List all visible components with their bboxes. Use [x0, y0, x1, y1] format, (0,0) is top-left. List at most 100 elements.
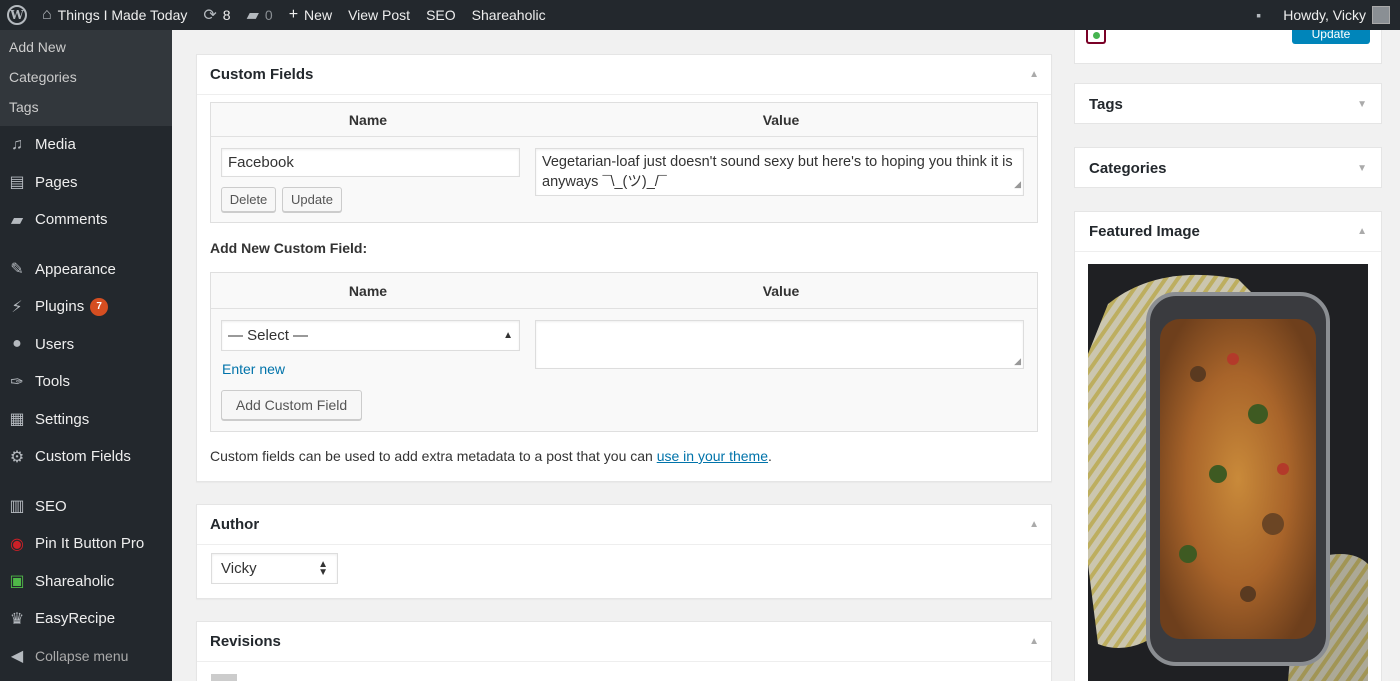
- update-button[interactable]: Update: [1292, 30, 1370, 44]
- tags-box: Tags ▼: [1074, 83, 1382, 124]
- delete-button[interactable]: Delete: [221, 187, 276, 212]
- shareaholic-link[interactable]: Shareaholic: [464, 0, 554, 30]
- sidebar-item-label: Plugins: [35, 298, 85, 316]
- sidebar-item-pages[interactable]: ▤ Pages: [0, 164, 172, 202]
- expand-arrow-icon[interactable]: ▼: [1357, 99, 1367, 110]
- author-selected-value: Vicky: [221, 560, 257, 577]
- checkbox-icon[interactable]: [1086, 30, 1106, 44]
- author-title: Author: [210, 516, 260, 533]
- new-label: New: [304, 7, 333, 23]
- users-icon: ●: [12, 335, 22, 353]
- table-header: Name Value: [211, 273, 1037, 309]
- plugins-icon: ⚡: [11, 298, 23, 316]
- collapse-menu-button[interactable]: ◀ Collapse menu: [0, 638, 172, 676]
- add-custom-field-button[interactable]: Add Custom Field: [221, 390, 362, 420]
- column-name-header: Name: [348, 111, 388, 128]
- resize-handle-icon[interactable]: ◢: [1014, 174, 1021, 194]
- submenu-tags[interactable]: Tags: [0, 92, 172, 122]
- sidebar-item-label: Users: [35, 335, 75, 353]
- seo-icon: ▥: [9, 498, 25, 516]
- author-select[interactable]: Vicky ▲ ▼: [211, 553, 338, 584]
- sidebar-item-label: Pin It Button Pro: [35, 535, 145, 553]
- collapse-arrow-icon[interactable]: ▲: [1357, 226, 1367, 237]
- shareaholic-icon: ▣: [9, 573, 25, 591]
- collapse-arrow-icon[interactable]: ▲: [1029, 519, 1039, 530]
- easyrecipe-icon: ♛: [9, 610, 25, 628]
- custom-field-key-select[interactable]: — Select — ▲: [221, 320, 520, 351]
- settings-icon: ▦: [9, 411, 25, 429]
- expand-arrow-icon[interactable]: ▼: [1357, 163, 1367, 174]
- view-post-link[interactable]: View Post: [340, 0, 418, 30]
- appearance-icon: ✎: [10, 261, 24, 279]
- custom-field-value-textarea[interactable]: Vegetarian-loaf just doesn't sound sexy …: [535, 148, 1024, 196]
- new-field-table: Name Value — Select — ▲ ◢ Enter new Add …: [210, 272, 1038, 432]
- column-value-header: Value: [762, 282, 800, 299]
- enter-new-link[interactable]: Enter new: [222, 361, 285, 377]
- new-content-link[interactable]: + New: [281, 0, 340, 30]
- categories-header[interactable]: Categories ▼: [1075, 148, 1381, 188]
- notes-link[interactable]: ▪: [1248, 0, 1275, 30]
- seo-label: SEO: [426, 7, 456, 23]
- sidebar-item-seo[interactable]: ▥ SEO: [0, 488, 172, 526]
- sidebar-item-label: Appearance: [35, 260, 116, 278]
- help-text: Custom fields can be used to add extra m…: [210, 448, 653, 464]
- tags-title: Tags: [1089, 95, 1123, 113]
- tools-icon: ✑: [10, 373, 24, 391]
- custom-fields-header[interactable]: Custom Fields ▲: [197, 55, 1051, 95]
- update-field-button[interactable]: Update: [282, 187, 342, 212]
- sidebar-item-plugins[interactable]: ⚡ Plugins 7: [0, 288, 172, 326]
- sidebar-item-label: Shareaholic: [35, 572, 115, 590]
- custom-fields-help: Custom fields can be used to add extra m…: [210, 448, 772, 464]
- sidebar-item-settings[interactable]: ▦ Settings: [0, 401, 172, 439]
- sidebar-item-comments[interactable]: ▰ Comments: [0, 201, 172, 239]
- pages-icon: ▤: [9, 174, 25, 192]
- featured-image[interactable]: [1088, 264, 1368, 681]
- wordpress-logo-icon[interactable]: W: [0, 0, 34, 30]
- sidebar-item-users[interactable]: ● Users: [0, 326, 172, 364]
- custom-field-name-input[interactable]: Facebook: [221, 148, 520, 177]
- sidebar-item-tools[interactable]: ✑ Tools: [0, 363, 172, 401]
- sidebar-item-label: EasyRecipe: [35, 610, 116, 628]
- sidebar-item-custom-fields[interactable]: ⚙ Custom Fields: [0, 438, 172, 476]
- sidebar-item-label: Pages: [35, 173, 78, 191]
- sidebar-item-label: Comments: [35, 211, 108, 229]
- sidebar-item-shareaholic[interactable]: ▣ Shareaholic: [0, 563, 172, 601]
- collapse-arrow-icon[interactable]: ▲: [1029, 69, 1039, 80]
- sidebar-item-pin-it-button-pro[interactable]: ◉ Pin It Button Pro: [0, 525, 172, 563]
- column-name-header: Name: [348, 282, 388, 299]
- select-arrows-icon: ▲ ▼: [318, 558, 328, 578]
- new-custom-field-value-textarea[interactable]: ◢: [535, 320, 1024, 369]
- help-text-end: .: [768, 448, 772, 464]
- collapse-icon: ◀: [10, 648, 24, 666]
- seo-link[interactable]: SEO: [418, 0, 464, 30]
- resize-handle-icon[interactable]: ◢: [1014, 356, 1021, 367]
- revisions-title: Revisions: [210, 633, 281, 650]
- pinterest-icon: ◉: [10, 535, 24, 553]
- comments-link[interactable]: ▰ 0: [239, 0, 281, 30]
- tags-header[interactable]: Tags ▼: [1075, 84, 1381, 124]
- submenu-categories[interactable]: Categories: [0, 62, 172, 92]
- shareaholic-label: Shareaholic: [471, 7, 546, 23]
- revisions-box: Revisions ▲: [196, 621, 1052, 681]
- sidebar-item-appearance[interactable]: ✎ Appearance: [0, 251, 172, 289]
- sidebar-item-label: SEO: [35, 497, 67, 515]
- use-in-theme-link[interactable]: use in your theme: [657, 448, 768, 464]
- collapse-arrow-icon[interactable]: ▲: [1029, 636, 1039, 647]
- site-name-link[interactable]: ⌂ Things I Made Today: [34, 0, 195, 30]
- updates-link[interactable]: ⟳ 8: [195, 0, 238, 30]
- menu-separator: [0, 239, 172, 251]
- revisions-header[interactable]: Revisions ▲: [197, 622, 1051, 662]
- collapse-menu-label: Collapse menu: [35, 648, 129, 665]
- home-icon: ⌂: [42, 6, 52, 23]
- update-button-label: Update: [1311, 30, 1351, 41]
- admin-sidebar: Add New Categories Tags ♫ Media ▤ Pages ▰ C…: [0, 30, 172, 681]
- author-header[interactable]: Author ▲: [197, 505, 1051, 545]
- author-box: Author ▲ Vicky ▲ ▼: [196, 504, 1052, 599]
- column-value-header: Value: [762, 111, 800, 128]
- table-header: Name Value: [211, 103, 1037, 137]
- sidebar-item-media[interactable]: ♫ Media: [0, 126, 172, 164]
- my-account-link[interactable]: Howdy, Vicky: [1275, 0, 1400, 30]
- submenu-add-new[interactable]: Add New: [0, 32, 172, 62]
- featured-image-header[interactable]: Featured Image ▲: [1075, 212, 1381, 252]
- sidebar-item-easyrecipe[interactable]: ♛ EasyRecipe: [0, 600, 172, 638]
